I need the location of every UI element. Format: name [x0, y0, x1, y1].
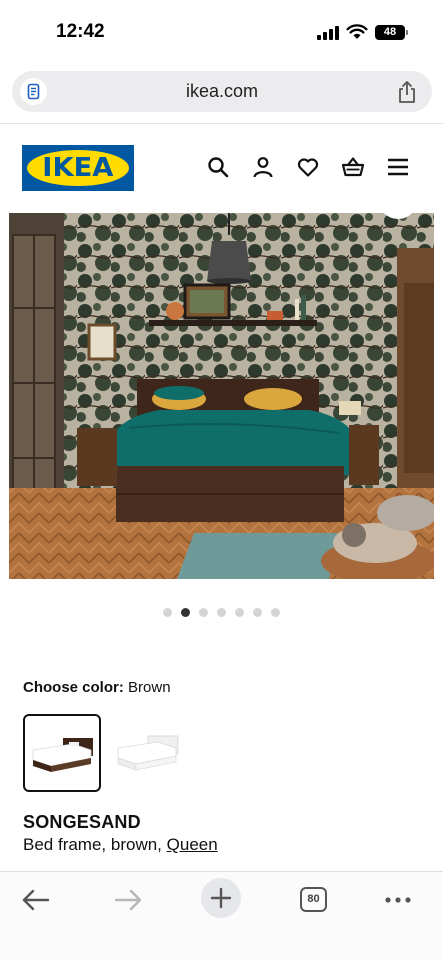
status-time: 12:42	[56, 21, 105, 42]
heart-icon[interactable]	[296, 155, 320, 179]
product-description: Bed frame, brown, Queen	[23, 835, 218, 855]
carousel-dot[interactable]	[199, 608, 208, 617]
cellular-signal-icon	[317, 26, 339, 40]
wifi-icon	[346, 24, 368, 39]
carousel-dot[interactable]	[217, 608, 226, 617]
url-text[interactable]: ikea.com	[12, 81, 432, 102]
battery-icon: 48	[375, 25, 408, 40]
account-icon[interactable]	[251, 155, 275, 179]
more-options-icon[interactable]	[378, 880, 418, 920]
logo-text: IKEA	[42, 153, 114, 183]
color-swatch-brown[interactable]	[23, 714, 101, 792]
carousel-dot[interactable]	[235, 608, 244, 617]
carousel-dot[interactable]	[271, 608, 280, 617]
back-arrow-icon[interactable]	[16, 880, 56, 920]
product-description-text: Bed frame, brown,	[23, 835, 162, 854]
white-bed-thumbnail	[117, 735, 179, 771]
browser-toolbar: 80	[0, 871, 443, 960]
bedroom-scene-image	[9, 213, 434, 579]
choose-color-row: Choose color: Brown	[23, 679, 171, 696]
url-bar[interactable]: ikea.com	[12, 71, 432, 112]
color-swatch-white[interactable]	[110, 714, 188, 792]
product-hero-image[interactable]	[9, 213, 434, 579]
basket-icon[interactable]	[341, 155, 365, 179]
menu-icon[interactable]	[386, 155, 410, 179]
search-icon[interactable]	[206, 155, 230, 179]
carousel-dot[interactable]	[253, 608, 262, 617]
choose-color-value: Brown	[128, 679, 171, 696]
forward-arrow-icon[interactable]	[108, 880, 148, 920]
brown-bed-thumbnail	[32, 738, 93, 772]
carousel-dot[interactable]	[163, 608, 172, 617]
carousel-dot-active[interactable]	[181, 608, 190, 617]
ikea-logo[interactable]: IKEA	[22, 145, 134, 191]
image-carousel-indicator	[0, 608, 443, 620]
choose-color-label: Choose color:	[23, 679, 124, 696]
tabs-count-button[interactable]: 80	[300, 887, 327, 912]
product-name: SONGESAND	[23, 812, 141, 832]
new-tab-button[interactable]	[201, 878, 241, 918]
size-link[interactable]: Queen	[167, 835, 218, 854]
divider	[0, 123, 443, 124]
status-bar: 12:42 48	[0, 0, 443, 66]
plus-icon	[210, 887, 232, 909]
share-icon[interactable]	[396, 80, 418, 104]
